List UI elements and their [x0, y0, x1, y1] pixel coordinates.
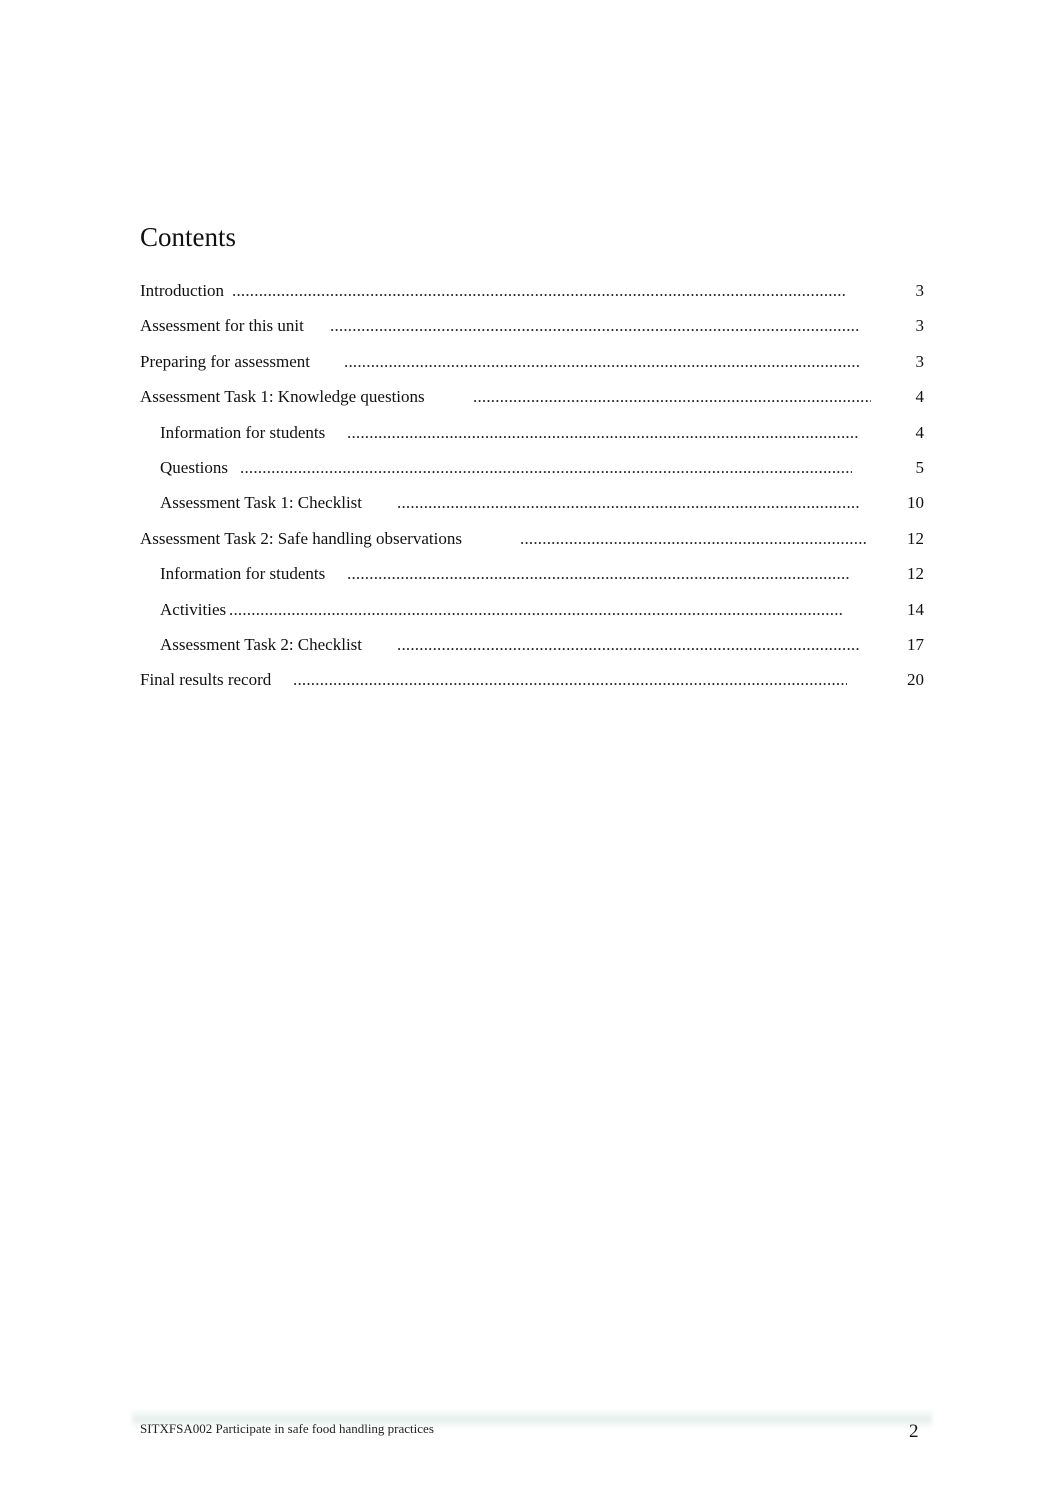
- toc-entry-page: 10: [907, 493, 924, 513]
- toc-leader-dots: ........................................…: [520, 528, 868, 548]
- toc-entry[interactable]: Assessment Task 2: Checklist............…: [140, 632, 924, 667]
- toc-entry[interactable]: Assessment Task 1: Knowledge questions..…: [140, 384, 924, 419]
- toc-leader-dots: ........................................…: [473, 387, 871, 407]
- toc-entry-label[interactable]: Information for students: [160, 561, 325, 587]
- toc-entry[interactable]: Information for students................…: [140, 420, 924, 455]
- toc-entry[interactable]: Questions...............................…: [140, 455, 924, 490]
- toc-entry-page: 20: [907, 670, 924, 690]
- toc-entry-page: 17: [907, 634, 924, 654]
- toc-entry[interactable]: Introduction............................…: [140, 278, 924, 313]
- toc-leader-dots: ........................................…: [229, 599, 843, 619]
- toc-entry-label[interactable]: Introduction: [140, 278, 224, 304]
- toc-entry-label[interactable]: Assessment Task 2: Checklist: [160, 632, 362, 658]
- toc-entry[interactable]: Information for students................…: [140, 561, 924, 596]
- toc-entry-label[interactable]: Activities: [160, 597, 226, 623]
- toc-entry[interactable]: Assessment Task 2: Safe handling observa…: [140, 526, 924, 561]
- footer-text: SITXFSA002 Participate in safe food hand…: [140, 1421, 434, 1436]
- footer-page-number: 2: [909, 1421, 919, 1442]
- toc-entry-label[interactable]: Assessment Task 2: Safe handling observa…: [140, 526, 462, 552]
- toc-entry[interactable]: Assessment Task 1: Checklist............…: [140, 490, 924, 525]
- toc-entry-label[interactable]: Information for students: [160, 420, 325, 446]
- toc-entry-page: 12: [907, 564, 924, 584]
- toc-entry-label[interactable]: Assessment for this unit: [140, 313, 304, 339]
- toc-entry[interactable]: Assessment for this unit................…: [140, 313, 924, 348]
- toc-entry-label[interactable]: Assessment Task 1: Checklist: [160, 490, 362, 516]
- toc-entry-label[interactable]: Assessment Task 1: Knowledge questions: [140, 384, 425, 410]
- toc-leader-dots: ........................................…: [347, 422, 859, 442]
- toc-entry[interactable]: Preparing for assessment................…: [140, 349, 924, 384]
- toc-entry-page: 5: [915, 457, 925, 477]
- toc-leader-dots: ........................................…: [330, 316, 860, 336]
- toc-entry-label[interactable]: Final results record: [140, 667, 271, 693]
- toc-entry[interactable]: Final results record....................…: [140, 667, 924, 702]
- toc-entry-page: 14: [907, 599, 924, 619]
- toc-entry-label[interactable]: Preparing for assessment: [140, 349, 310, 375]
- toc-entry-page: 4: [915, 422, 925, 442]
- toc-leader-dots: ........................................…: [397, 634, 859, 654]
- toc-entry-page: 3: [915, 316, 925, 336]
- toc-leader-dots: ........................................…: [397, 493, 859, 513]
- toc-leader-dots: ........................................…: [232, 281, 846, 300]
- toc-entry-page: 3: [915, 281, 925, 300]
- toc-entry-page: 4: [915, 387, 925, 407]
- toc-entry[interactable]: Activities..............................…: [140, 597, 924, 632]
- table-of-contents: Introduction............................…: [140, 278, 924, 703]
- page-title: Contents: [140, 222, 237, 252]
- toc-entry-page: 3: [915, 351, 925, 371]
- toc-leader-dots: ........................................…: [240, 457, 852, 477]
- toc-leader-dots: ........................................…: [293, 670, 847, 690]
- toc-entry-label[interactable]: Questions: [160, 455, 228, 481]
- document-page: Contents Introduction...................…: [0, 0, 1062, 1506]
- toc-leader-dots: ........................................…: [344, 351, 860, 371]
- toc-entry-page: 12: [907, 528, 924, 548]
- toc-leader-dots: ........................................…: [347, 564, 851, 584]
